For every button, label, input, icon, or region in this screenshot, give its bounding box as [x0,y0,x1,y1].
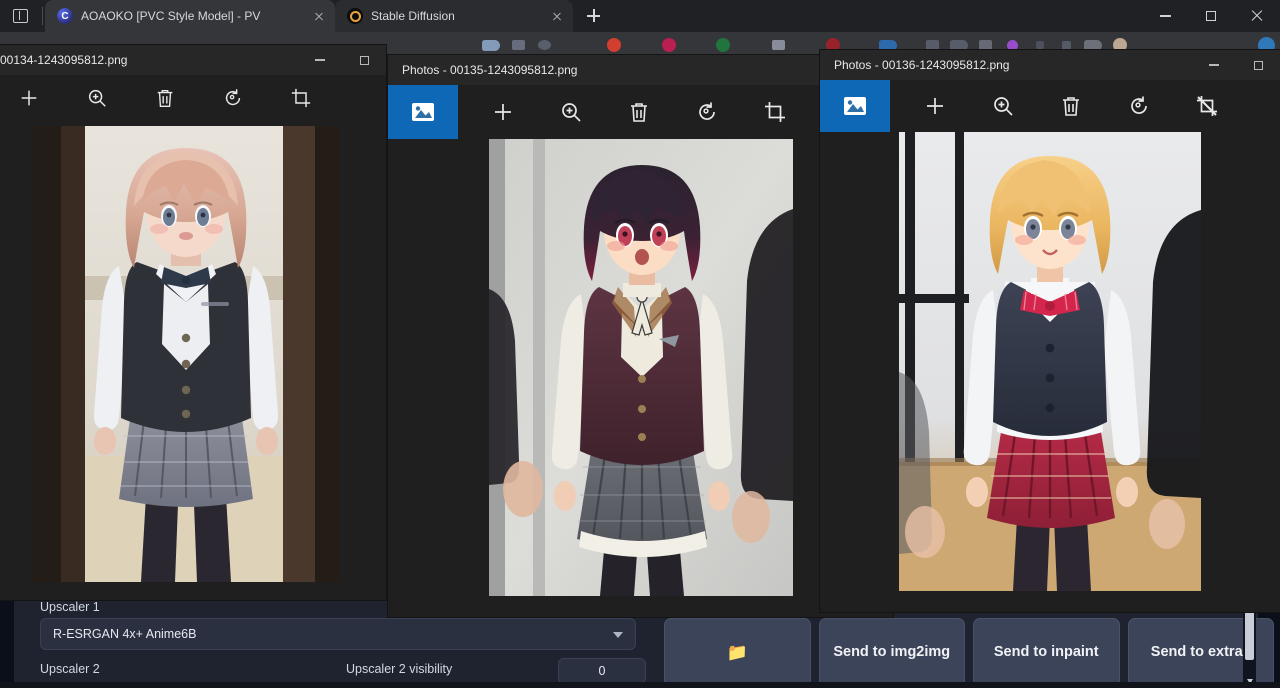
image-canvas [0,121,386,600]
ia-icon[interactable] [765,34,792,56]
tab-strip: C AOAOKO [PVC Style Model] - PV Stable D… [0,0,1280,32]
title-bar[interactable]: 00134-1243095812.png [0,45,386,75]
view-image-icon[interactable] [820,80,890,132]
crop-slash-icon[interactable] [1184,80,1230,132]
title-bar[interactable]: Photos - 00136-1243095812.png [820,50,1280,80]
maximize-icon[interactable] [1188,0,1234,32]
tab-title: AOAOKO [PVC Style Model] - PV [81,9,303,23]
crop-icon[interactable] [278,75,324,121]
zoom-in-icon[interactable] [74,75,120,121]
stable-diffusion-icon [347,8,363,24]
scrollbar-thumb[interactable] [1245,604,1254,660]
title-bar[interactable]: Photos - 00135-1243095812.png [388,55,893,85]
folder-icon: 📁 [727,642,748,665]
send-to-inpaint-button[interactable]: Send to inpaint [973,618,1120,688]
minimize-icon[interactable] [1192,50,1236,80]
view-image-icon[interactable] [388,85,458,139]
upscaler2-label: Upscaler 2 [40,662,100,676]
zoom-in-icon[interactable] [548,85,594,139]
button-label: Send to extras [1151,643,1251,663]
maximize-icon[interactable] [1236,50,1280,80]
button-label: Send to inpaint [994,643,1099,663]
new-tab-icon[interactable] [579,2,607,30]
close-icon[interactable] [1234,0,1280,32]
minimize-icon[interactable] [298,45,342,75]
upscaler1-value: R-ESRGAN 4x+ Anime6B [53,627,196,641]
tab-title: Stable Diffusion [371,9,541,23]
send-to-button-group: 📁 Send to img2img Send to inpaint Send t… [664,618,1274,688]
upscaler2-visibility-value: 0 [599,664,606,678]
photos-toolbar [820,80,1280,132]
maximize-icon[interactable] [342,45,386,75]
add-icon[interactable] [480,85,526,139]
bookmark-star-icon[interactable] [532,34,559,56]
window-controls [298,45,386,75]
window-title: 00134-1243095812.png [0,53,127,67]
window-title: Photos - 00136-1243095812.png [834,58,1009,72]
delete-icon[interactable] [616,85,662,139]
rotate-icon[interactable] [684,85,730,139]
divider [42,7,43,25]
taskbar [0,682,1280,688]
photos-toolbar [0,75,386,121]
tab-list-icon [13,9,28,23]
chevron-down-icon [613,632,623,638]
add-icon[interactable] [6,75,52,121]
image-canvas [388,139,893,617]
delete-icon[interactable] [1048,80,1094,132]
delete-icon[interactable] [142,75,188,121]
photos-window-00134[interactable]: 00134-1243095812.png [0,45,386,600]
browser-tab-stable-diffusion[interactable]: Stable Diffusion [335,0,573,32]
photos-window-00135[interactable]: Photos - 00135-1243095812.png [388,55,893,617]
read-aloud-icon[interactable] [478,34,505,56]
zoom-in-icon[interactable] [980,80,1026,132]
close-icon[interactable] [311,8,327,24]
add-icon[interactable] [912,80,958,132]
rotate-icon[interactable] [1116,80,1162,132]
generated-image-00134 [33,126,339,582]
close-icon[interactable] [549,8,565,24]
open-folder-button[interactable]: 📁 [664,618,811,688]
recorder-icon[interactable] [600,34,627,56]
window-controls [1142,0,1280,32]
photos-window-00136[interactable]: Photos - 00136-1243095812.png [820,50,1280,612]
browser-tab-aoaoko[interactable]: C AOAOKO [PVC Style Model] - PV [45,0,335,32]
button-label: Send to img2img [833,643,950,663]
upscaler1-select[interactable]: R-ESRGAN 4x+ Anime6B [40,618,636,650]
upscaler1-label: Upscaler 1 [40,600,100,614]
generated-image-00135 [489,139,793,596]
upscaler2-visibility-input[interactable]: 0 [558,658,646,684]
grammarly-icon[interactable] [710,34,737,56]
generated-image-00136 [899,132,1201,591]
tab-search-button[interactable] [0,0,40,32]
image-canvas [820,132,1280,612]
crop-icon[interactable] [752,85,798,139]
civitai-icon: C [57,8,73,24]
translate-icon[interactable] [655,34,682,56]
upscaler2-visibility-label: Upscaler 2 visibility [346,662,452,676]
window-title: Photos - 00135-1243095812.png [402,63,577,77]
adblock-icon[interactable] [505,34,532,56]
window-controls [1192,50,1280,80]
rotate-icon[interactable] [210,75,256,121]
send-to-img2img-button[interactable]: Send to img2img [819,618,966,688]
minimize-icon[interactable] [1142,0,1188,32]
photos-toolbar [388,85,893,139]
